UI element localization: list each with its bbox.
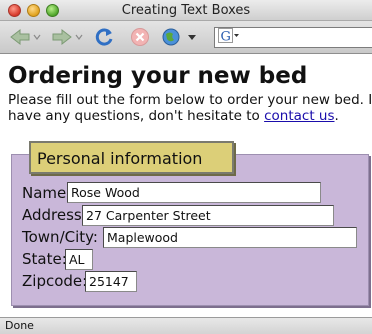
state-field[interactable]: AL — [65, 249, 93, 270]
reload-icon — [93, 26, 115, 48]
intro-line-2: have any questions, don't hesitate to co… — [8, 108, 372, 124]
name-field[interactable]: Rose Wood — [67, 182, 321, 203]
title-bar: Creating Text Boxes — [0, 0, 372, 21]
name-label: Name: — [22, 184, 72, 202]
search-input[interactable]: G — [214, 27, 372, 48]
stop-icon — [130, 27, 150, 47]
intro-text: have any questions, don't hesitate to — [8, 108, 265, 124]
forward-button[interactable] — [50, 26, 84, 48]
stop-button[interactable] — [128, 26, 152, 48]
page-title: Ordering your new bed — [8, 63, 308, 89]
intro-paragraph: Please fill out the form below to order … — [8, 92, 372, 124]
svg-text:G: G — [221, 30, 231, 45]
address-field[interactable]: 27 Carpenter Street — [82, 205, 334, 226]
fieldset-legend: Personal information — [29, 141, 234, 174]
window-title: Creating Text Boxes — [121, 3, 251, 18]
town-city-field[interactable]: Maplewood — [103, 227, 357, 248]
intro-line-1: Please fill out the form below to order … — [8, 92, 372, 108]
contact-us-link[interactable]: contact us — [264, 108, 334, 124]
address-label: Address: — [22, 206, 87, 224]
browser-toolbar: G — [0, 21, 372, 54]
search-engine-selector[interactable]: G — [218, 28, 240, 48]
zipcode-label: Zipcode: — [22, 272, 88, 290]
back-arrow-icon — [9, 28, 41, 46]
status-bar: Done — [0, 317, 372, 334]
town-city-label: Town/City: — [22, 228, 98, 246]
site-menu-button[interactable] — [160, 26, 200, 48]
reload-button[interactable] — [92, 26, 116, 48]
intro-period: . — [334, 108, 339, 124]
zipcode-field[interactable]: 25147 — [85, 271, 137, 292]
status-text: Done — [5, 319, 34, 332]
back-button[interactable] — [8, 26, 42, 48]
google-icon: G — [218, 28, 240, 48]
state-label: State: — [22, 250, 67, 268]
page-content: Ordering your new bed Please fill out th… — [0, 55, 372, 317]
forward-arrow-icon — [51, 28, 83, 46]
globe-icon — [161, 27, 199, 47]
